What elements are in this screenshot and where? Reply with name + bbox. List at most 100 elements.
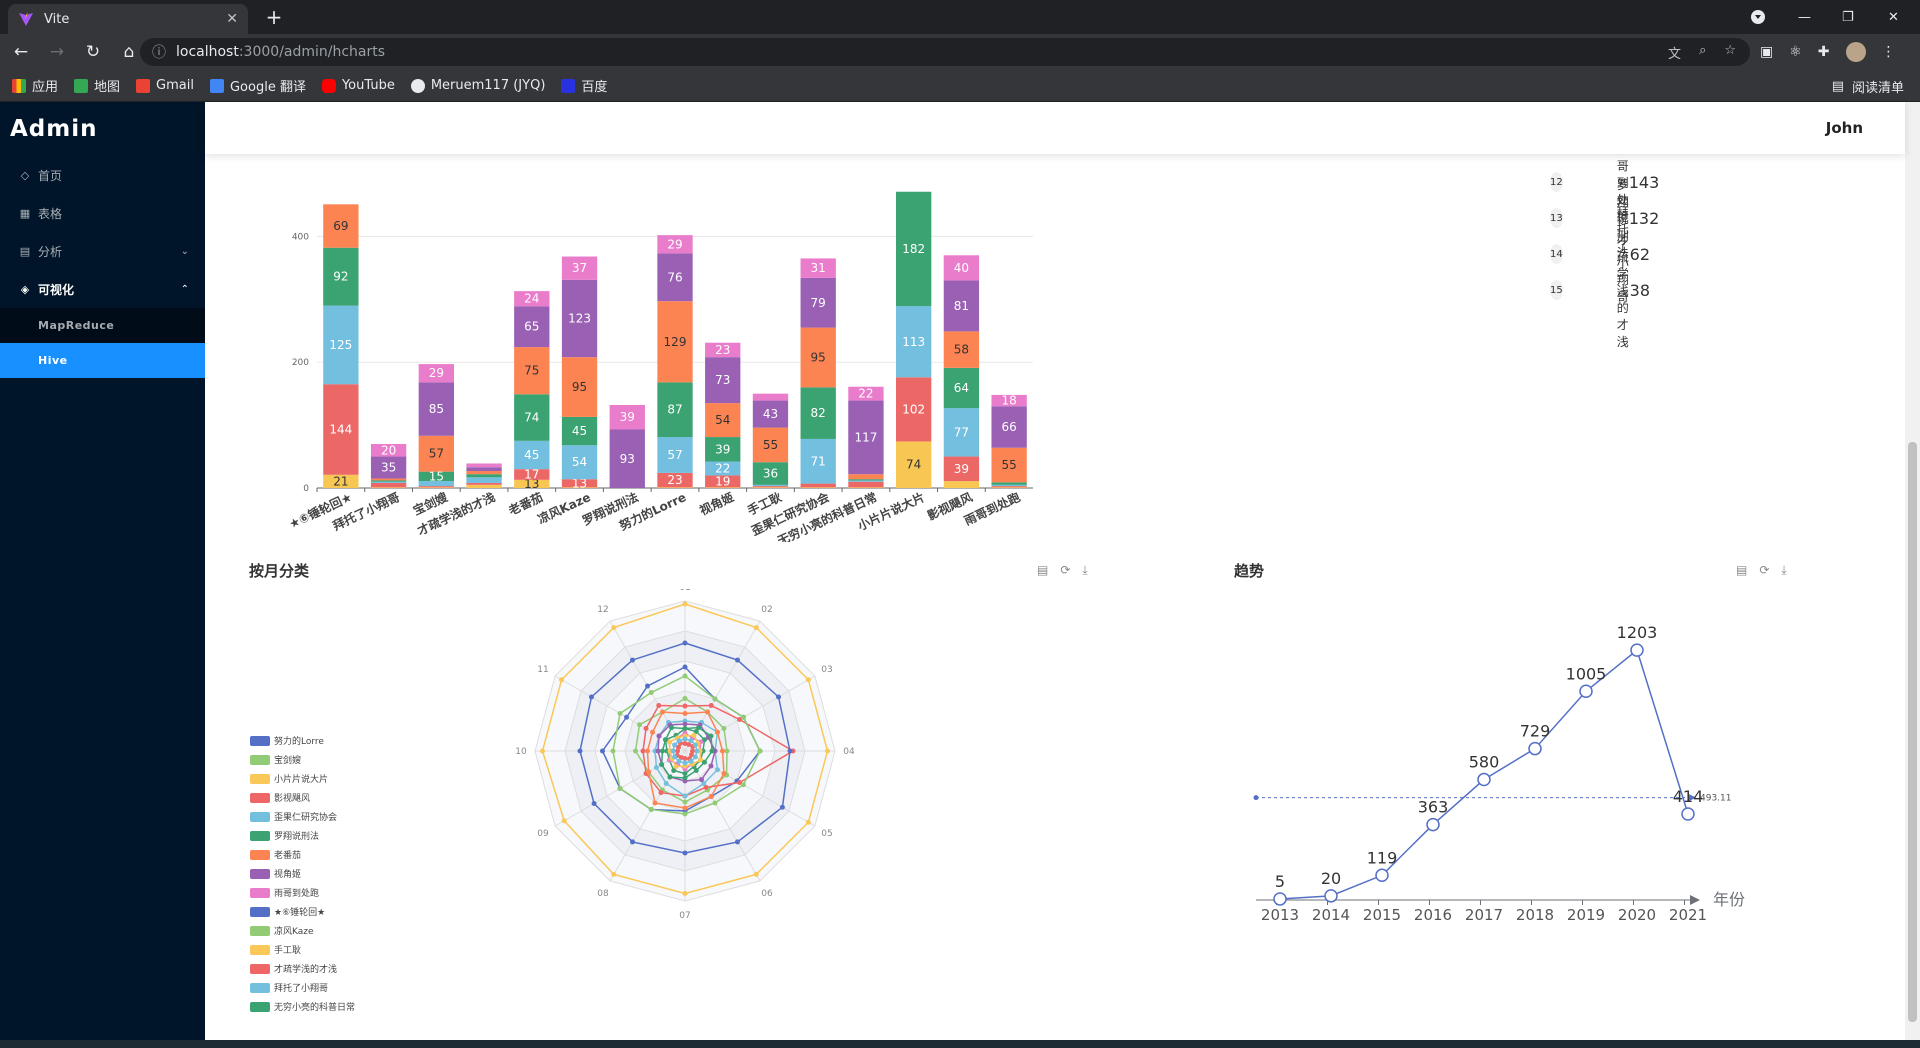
radar-indicator-label: 11 [537, 665, 548, 675]
month-chart-toolbox: ▤ ⟳ ⤓ [1037, 563, 1088, 578]
bookmark-baidu[interactable]: 百度 [561, 76, 607, 95]
extensions-puzzle-icon[interactable]: ✚ [1818, 44, 1830, 60]
sidebar-item-analysis[interactable]: ▤ 分析 ⌄ [0, 232, 205, 270]
radar-point [611, 625, 617, 631]
extension-1-icon[interactable]: ▣ [1760, 44, 1773, 60]
site-info-icon[interactable]: ⓘ [152, 42, 166, 62]
bar-data-label: 45 [524, 448, 539, 462]
legend-swatch [250, 754, 270, 765]
radar-point [740, 782, 746, 788]
trend-data-label: 363 [1418, 798, 1449, 817]
legend-item[interactable]: 视角姬 [250, 864, 355, 883]
bar-data-label: 123 [568, 311, 591, 325]
legend-item[interactable]: 努力的Lorre [250, 731, 355, 750]
bar-data-label: 37 [572, 261, 587, 275]
bar-data-label: 57 [667, 448, 682, 462]
bar-data-label: 21 [333, 474, 348, 488]
trend-data-label: 20 [1321, 869, 1341, 888]
legend-item[interactable]: 老番茄 [250, 845, 355, 864]
address-bar[interactable]: ⓘ localhost :3000/admin/hcharts 文 ⌕ ☆ [140, 38, 1750, 66]
radar-point [708, 793, 714, 799]
legend-item[interactable]: ★⑥锤轮回★ [250, 902, 355, 921]
download-icon[interactable]: ⤓ [1082, 563, 1087, 578]
radar-indicator-label: 08 [597, 889, 609, 899]
radar-point [714, 767, 720, 773]
browser-tab[interactable]: Vite ✕ [8, 4, 248, 34]
bookmark-github[interactable]: Meruem117 (JYQ) [410, 78, 545, 93]
user-name[interactable]: John [1826, 119, 1863, 137]
restore-icon[interactable]: ⟳ [1759, 563, 1769, 578]
bookmark-star-icon[interactable]: ☆ [1724, 43, 1736, 62]
new-tab-icon[interactable]: + [262, 5, 286, 29]
legend-label: 无穷小亮的科普日常 [274, 1003, 356, 1013]
reading-list[interactable]: ▤ 阅读清单 [1832, 70, 1904, 102]
browser-tabbar: Vite ✕ + — ❐ ✕ [0, 0, 1920, 34]
minimize-icon[interactable]: — [1798, 0, 1811, 34]
sidebar-item-home[interactable]: ◇ 首页 [0, 156, 205, 194]
radar-point [753, 871, 759, 877]
sidebar-item-visual[interactable]: ◈ 可视化 ⌃ [0, 270, 205, 308]
radar-point [591, 801, 597, 806]
bookmark-youtube[interactable]: YouTube [321, 78, 395, 93]
legend-item[interactable]: 雨哥到处跑 [250, 883, 355, 902]
bookmark-google-translate[interactable]: Google 翻译 [209, 76, 306, 95]
page-scrollbar[interactable] [1905, 102, 1920, 1048]
bar-segment [466, 482, 502, 485]
download-icon[interactable]: ⤓ [1781, 563, 1786, 578]
legend-item[interactable]: 凉风Kaze [250, 921, 355, 940]
bar-data-label: 92 [333, 270, 348, 284]
restore-icon[interactable]: ⟳ [1060, 563, 1070, 578]
legend-item[interactable]: 才疏学浅的才浅 [250, 959, 355, 978]
extension-2-icon[interactable]: ⚛ [1789, 44, 1802, 60]
back-icon[interactable]: ← [6, 37, 36, 67]
data-view-icon[interactable]: ▤ [1736, 563, 1747, 578]
bar-segment [848, 481, 884, 488]
data-view-icon[interactable]: ▤ [1037, 563, 1048, 578]
bar-segment [752, 487, 789, 488]
legend-item[interactable]: 手工耿 [250, 940, 355, 959]
translate-icon[interactable]: 文 [1668, 43, 1681, 62]
bar-data-label: 95 [811, 350, 826, 364]
window-close-icon[interactable]: ✕ [1888, 0, 1899, 34]
bookmark-maps[interactable]: 地图 [74, 76, 120, 95]
legend-item[interactable]: 拜托了小翔哥 [250, 978, 355, 997]
browser-menu-icon[interactable]: ⋮ [1882, 44, 1896, 60]
legend-item[interactable]: 无穷小亮的科普日常 [250, 997, 355, 1016]
bar-data-label: 65 [524, 320, 539, 334]
radar-point [682, 673, 688, 679]
restore-icon[interactable]: ❐ [1842, 0, 1854, 34]
sidebar-submenu: MapReduce Hive [0, 308, 205, 378]
radar-point [714, 729, 720, 735]
bar-segment [991, 484, 1027, 487]
radar-point [652, 800, 658, 806]
trend-point [1273, 892, 1287, 906]
trend-data-label: 1005 [1566, 664, 1607, 683]
zoom-icon[interactable]: ⌕ [1699, 43, 1706, 62]
sidebar: Admin ◇ 首页 ▦ 表格 ▤ 分析 ⌄ ◈ 可视化 ⌃ MapReduce Hive [0, 102, 205, 1048]
sidebar-item-hive[interactable]: Hive [0, 343, 205, 378]
bar-data-label: 23 [715, 343, 730, 357]
legend-item[interactable]: 罗翔说刑法 [250, 826, 355, 845]
profile-avatar[interactable] [1845, 42, 1866, 62]
bar-data-label: 39 [620, 410, 635, 424]
legend-item[interactable]: 歪果仁研究协会 [250, 807, 355, 826]
forward-icon[interactable]: → [42, 37, 72, 67]
bookmark-apps[interactable]: 应用 [12, 76, 58, 95]
radar-point [682, 799, 688, 805]
bookmark-gmail[interactable]: Gmail [136, 78, 194, 93]
x-tick-label: 2018 [1516, 906, 1554, 924]
legend-item[interactable]: 影视飓风 [250, 788, 355, 807]
sidebar-item-table[interactable]: ▦ 表格 [0, 194, 205, 232]
reload-icon[interactable]: ↻ [78, 37, 108, 67]
bar-segment [466, 484, 502, 488]
y-tick-label: 0 [303, 484, 309, 494]
profile-dropdown-icon[interactable] [1750, 0, 1766, 34]
legend-item[interactable]: 宝剑嫂 [250, 750, 355, 769]
legend-item[interactable]: 小片片说大片 [250, 769, 355, 788]
scrollbar-thumb[interactable] [1908, 442, 1917, 1022]
table-icon: ▦ [19, 206, 31, 220]
tab-close-icon[interactable]: ✕ [226, 11, 238, 27]
x-tick-label: 2017 [1465, 906, 1503, 924]
sidebar-item-mapreduce[interactable]: MapReduce [0, 308, 205, 343]
radar-point [701, 759, 707, 765]
